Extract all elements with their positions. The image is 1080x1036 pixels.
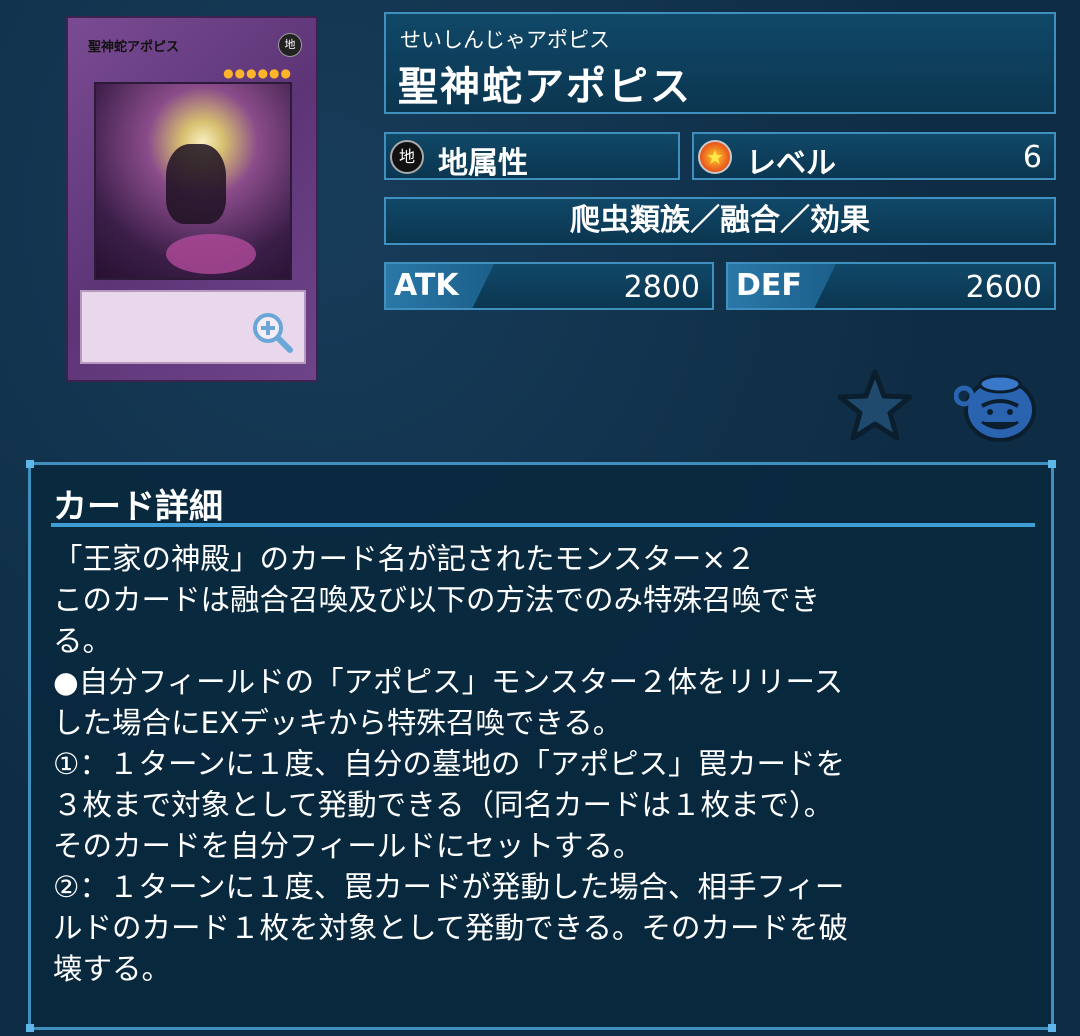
level-star-icon: ★: [698, 140, 732, 174]
type-panel: 爬虫類族／融合／効果: [384, 197, 1056, 245]
artwork-serpent: [166, 144, 226, 224]
zoom-in-icon[interactable]: [250, 310, 294, 354]
card-name-panel: せいしんじゃアポピス 聖神蛇アポピス: [384, 12, 1056, 114]
corner-marker: [26, 1024, 34, 1032]
def-panel: DEF 2600: [726, 262, 1056, 310]
card-image-level-stars: ●●●●●●: [223, 66, 292, 80]
level-panel: ★ レベル 6: [692, 132, 1056, 181]
pot-of-greed-icon[interactable]: [954, 370, 1038, 442]
card-furigana: せいしんじゃアポピス: [400, 28, 610, 52]
card-image-textbox: [80, 290, 306, 364]
card-detail-panel[interactable]: カード詳細 「王家の神殿」のカード名が記されたモンスター×２ このカードは融合召…: [26, 460, 1056, 1032]
star-icon[interactable]: [838, 368, 912, 442]
atk-panel: ATK 2800: [384, 262, 714, 310]
detail-divider: [51, 523, 1035, 527]
level-label: レベル: [746, 146, 836, 181]
corner-marker: [26, 460, 34, 468]
attribute-panel: 地 地属性: [384, 132, 680, 181]
def-label: DEF: [736, 268, 802, 303]
card-artwork: [94, 82, 292, 280]
atk-value: 2800: [623, 270, 700, 305]
card-title: 聖神蛇アポピス: [398, 64, 692, 110]
card-image[interactable]: 聖神蛇アポピス 地 ●●●●●●: [66, 16, 318, 382]
level-value: 6: [1022, 140, 1042, 175]
attribute-label: 地属性: [438, 146, 528, 181]
def-value: 2600: [965, 270, 1042, 305]
card-image-attribute: 地: [278, 33, 302, 57]
corner-marker: [1048, 1024, 1056, 1032]
earth-attribute-icon: 地: [390, 140, 424, 174]
atk-label: ATK: [394, 268, 459, 303]
detail-header: カード詳細: [53, 487, 223, 527]
type-line: 爬虫類族／融合／効果: [570, 203, 870, 238]
card-image-name: 聖神蛇アポピス: [88, 40, 180, 55]
corner-marker: [1048, 460, 1056, 468]
artwork-coil: [166, 234, 256, 274]
detail-text: 「王家の神殿」のカード名が記されたモンスター×２ このカードは融合召喚及び以下の…: [53, 542, 849, 986]
